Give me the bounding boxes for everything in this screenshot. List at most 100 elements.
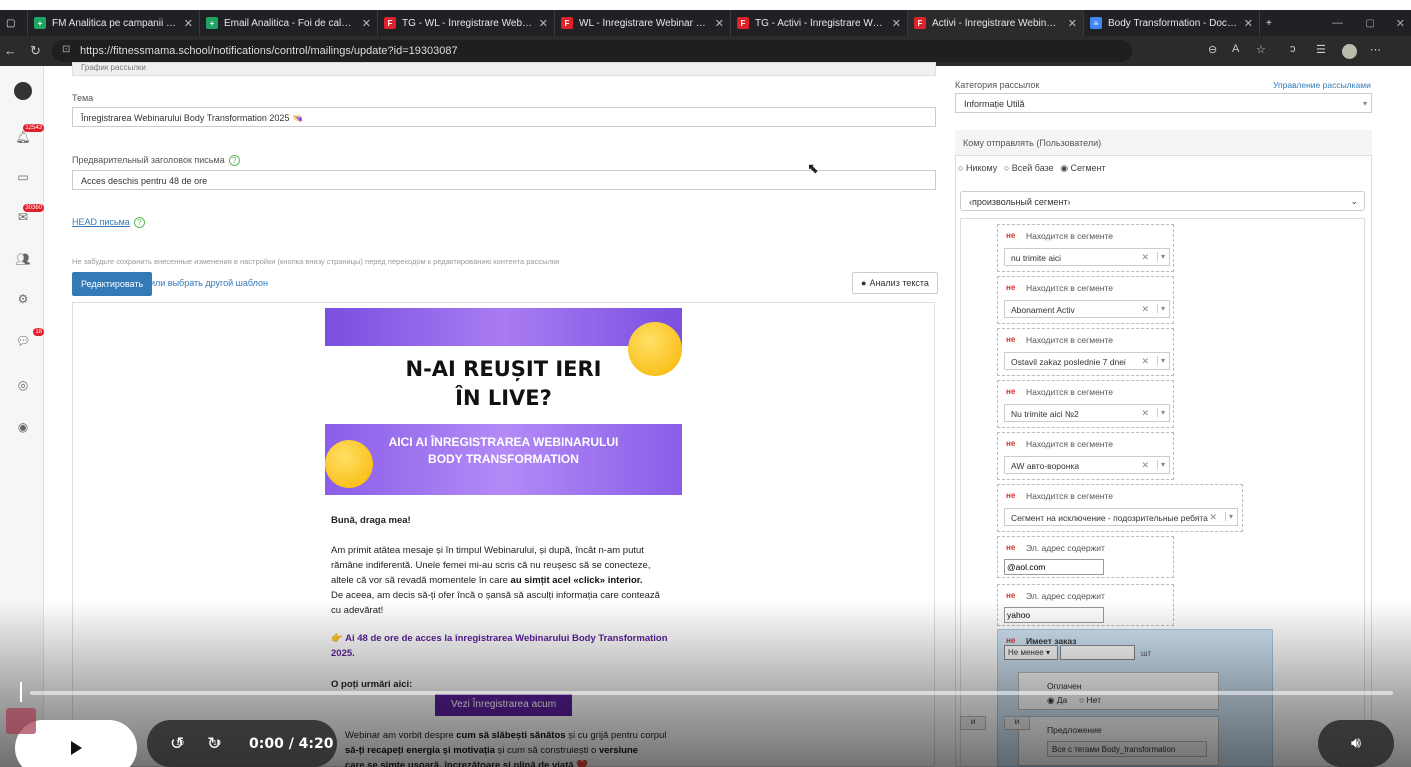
- video-progress-bar[interactable]: [30, 691, 1393, 695]
- condition-in-segment: не Находится в сегменте nu trimite aici ✕…: [997, 224, 1174, 272]
- head-link[interactable]: HEAD письма?: [72, 217, 145, 228]
- volume-icon[interactable]: 🔊︎: [1351, 735, 1361, 753]
- video-time: 0:00 / 4:20: [249, 736, 334, 752]
- money-icon[interactable]: ◎: [8, 370, 38, 400]
- browser-tab[interactable]: ≡ Body Transformation - Documen ✕: [1084, 10, 1260, 36]
- app-sidebar: 🔔︎ 12543 ▭ ✉ 30360 👥︎ ⚙ 💬︎ 18 ◎ ◉: [0, 66, 44, 767]
- chevron-down-icon[interactable]: ▾: [1156, 408, 1165, 417]
- close-icon[interactable]: ✕: [715, 17, 724, 30]
- recipients-header: Кому отправлять (Пользователи): [955, 130, 1372, 156]
- clear-icon[interactable]: ✕: [1141, 408, 1149, 419]
- segment-value-select[interactable]: nu trimite aici ✕ ▾: [1004, 248, 1170, 266]
- help-icon[interactable]: ?: [133, 217, 145, 228]
- email-contains-input[interactable]: [1004, 607, 1104, 623]
- monitor-icon[interactable]: ▭: [8, 162, 38, 192]
- clear-icon[interactable]: ✕: [1141, 304, 1149, 315]
- zoom-icon[interactable]: ⊖: [1208, 43, 1217, 56]
- fm-icon: F: [914, 17, 926, 29]
- site-info-icon[interactable]: ⊡: [62, 44, 70, 55]
- radio-all[interactable]: ○ Всей базе: [1004, 163, 1054, 173]
- play-icon: [71, 741, 82, 755]
- condition-email-contains: не Эл. адрес содержит: [997, 536, 1174, 578]
- chevron-down-icon[interactable]: ▾: [1156, 460, 1165, 469]
- read-aloud-icon[interactable]: A: [1232, 43, 1239, 55]
- edit-button[interactable]: Редактировать: [72, 272, 153, 296]
- settings-icon[interactable]: ⚙: [8, 284, 38, 314]
- profile-avatar[interactable]: [1342, 44, 1357, 59]
- email-contains-input[interactable]: [1004, 559, 1104, 575]
- favorites-icon[interactable]: ☰: [1316, 43, 1326, 56]
- choose-template-link[interactable]: или выбрать другой шаблон: [150, 278, 268, 288]
- chevron-down-icon[interactable]: ▾: [1156, 252, 1165, 261]
- users-icon[interactable]: 👥︎: [8, 244, 38, 274]
- chevron-down-icon[interactable]: ▾: [1156, 304, 1165, 313]
- minimize-icon[interactable]: —: [1332, 17, 1343, 29]
- segment-value-select[interactable]: AW авто-воронка ✕ ▾: [1004, 456, 1170, 474]
- quantity-operator-select[interactable]: Не менее ▾: [1004, 645, 1058, 660]
- quantity-input[interactable]: [1060, 645, 1135, 660]
- extensions-icon[interactable]: ↄ: [1290, 43, 1296, 55]
- condition-in-segment: не Находится в сегменте AW авто-воронка ✕…: [997, 432, 1174, 480]
- email-headline: N-AI REUȘIT IERI ÎN LIVE?: [405, 357, 602, 410]
- browser-tab-active[interactable]: FActivi - Înregistrare Webinar - Bo✕: [908, 10, 1084, 36]
- close-icon[interactable]: ✕: [184, 17, 193, 30]
- schedule-section[interactable]: График рассылки: [72, 62, 936, 76]
- back-icon[interactable]: ←: [4, 43, 17, 58]
- video-scrubber[interactable]: [20, 682, 22, 702]
- and-button[interactable]: и: [1004, 716, 1030, 730]
- radio-nobody[interactable]: ○ Никому: [958, 163, 997, 173]
- browser-tab[interactable]: FTG - Activi - Înregistrare Webinar✕: [731, 10, 908, 36]
- text-analysis-button[interactable]: ● Анализ текста: [852, 272, 938, 294]
- clear-icon[interactable]: ✕: [1141, 460, 1149, 471]
- segment-value-select[interactable]: Ostavil zakaz poslednie 7 dnei ✕ ▾: [1004, 352, 1170, 370]
- chevron-down-icon[interactable]: ▾: [1224, 512, 1233, 521]
- tab-actions-icon[interactable]: ▢: [0, 10, 28, 36]
- restore-icon[interactable]: ▢: [1366, 18, 1375, 29]
- radio-segment[interactable]: ◉ Сегмент: [1060, 163, 1105, 173]
- category-select[interactable]: Informație Utilă ▾: [955, 93, 1372, 113]
- and-button[interactable]: и: [960, 716, 986, 730]
- browser-tab[interactable]: +FM Analitica pe campanii - Foi de✕: [28, 10, 200, 36]
- manage-mailings-link[interactable]: Управление рассылками: [1273, 80, 1371, 90]
- feedback-tab[interactable]: [6, 708, 36, 734]
- subject-input[interactable]: Înregistrarea Webinarului Body Transform…: [72, 107, 936, 127]
- browser-tab-strip: ▢ +FM Analitica pe campanii - Foi de✕ +E…: [0, 10, 1411, 36]
- surprised-emoji-icon: [325, 440, 373, 488]
- info-icon: ●: [861, 278, 867, 288]
- window-close-icon[interactable]: ✕: [1396, 17, 1405, 30]
- user-avatar[interactable]: [8, 76, 38, 106]
- clear-icon[interactable]: ✕: [1141, 356, 1149, 367]
- favorite-star-icon[interactable]: ☆: [1256, 43, 1266, 56]
- close-icon[interactable]: ✕: [892, 17, 901, 30]
- more-icon[interactable]: ⋯: [1370, 43, 1381, 56]
- reload-icon[interactable]: ↻: [30, 43, 41, 59]
- segment-value-select[interactable]: Abonament Activ ✕ ▾: [1004, 300, 1170, 318]
- help-icon[interactable]: ◉: [8, 412, 38, 442]
- clear-icon[interactable]: ✕: [1209, 512, 1217, 523]
- offer-condition: Предложение Все с тегами Body_transforma…: [1018, 716, 1219, 766]
- notifications-icon[interactable]: 🔔︎ 12543: [8, 122, 44, 152]
- browser-tab[interactable]: + Email Analitica - Foi de calcul Go ✕: [200, 10, 378, 36]
- new-tab-icon[interactable]: +: [1260, 10, 1284, 36]
- clear-icon[interactable]: ✕: [1141, 252, 1149, 263]
- browser-tab[interactable]: FWL - Înregistrare Webinar - Body✕: [555, 10, 731, 36]
- segment-value-select[interactable]: Сегмент на исключение - подозрительные р…: [1004, 508, 1238, 526]
- watch-recording-button[interactable]: Vezi Înregistrarea acum: [435, 694, 572, 716]
- chat-icon[interactable]: 💬︎ 18: [8, 326, 44, 356]
- messages-icon[interactable]: ✉ 30360: [8, 202, 44, 232]
- help-icon[interactable]: ?: [228, 155, 240, 166]
- email-paragraph: Am primit atâtea mesaje și în timpul Web…: [331, 545, 660, 616]
- close-icon[interactable]: ✕: [362, 17, 371, 30]
- chevron-down-icon[interactable]: ▾: [1156, 356, 1165, 365]
- close-icon[interactable]: ✕: [1244, 17, 1253, 30]
- close-icon[interactable]: ✕: [1068, 17, 1077, 30]
- segment-select[interactable]: ‹произвольный сегмент› ⌄: [960, 191, 1365, 211]
- paid-radio-no[interactable]: ○ Нет: [1079, 695, 1101, 705]
- paid-radio-yes[interactable]: ◉ Да: [1047, 695, 1067, 706]
- offer-select[interactable]: Все с тегами Body_transformation: [1047, 741, 1207, 757]
- browser-tab[interactable]: FTG - WL - Înregistrare Webinar - I✕: [378, 10, 555, 36]
- segment-value-select[interactable]: Nu trimite aici №2 ✕ ▾: [1004, 404, 1170, 422]
- mouse-cursor-icon: ⬉: [807, 160, 819, 176]
- url-field[interactable]: ⊡ https://fitnessmama.school/notificatio…: [52, 40, 1132, 62]
- close-icon[interactable]: ✕: [539, 17, 548, 30]
